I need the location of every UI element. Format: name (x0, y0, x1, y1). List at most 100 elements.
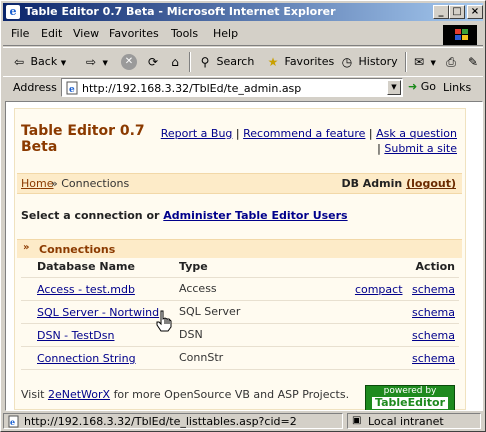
connection-link[interactable]: Access - test.mdb (37, 283, 135, 296)
report-bug-link[interactable]: Report a Bug (161, 127, 233, 140)
schema-link[interactable]: schema (412, 283, 455, 296)
hand-cursor-icon (156, 310, 172, 332)
mail-button[interactable]: ✉ ▼ (411, 52, 436, 72)
history-clock-icon: ◷ (341, 55, 353, 69)
help-links: Report a Bug | Recommend a feature | Ask… (160, 127, 457, 155)
ie-logo-icon: e (6, 5, 20, 19)
table-header-row: Database Name Type Action (21, 257, 459, 278)
submit-site-link[interactable]: Submit a site (384, 142, 457, 155)
table-row: Access - test.mdb Access compact schema (21, 278, 459, 301)
go-arrow-icon: ➜ (408, 80, 418, 93)
search-button[interactable]: ⚲ Search (197, 52, 255, 72)
column-header-action: Action (415, 260, 455, 273)
menu-favorites[interactable]: Favorites (109, 27, 159, 40)
menu-edit[interactable]: Edit (41, 27, 62, 40)
back-arrow-icon: ⇦ (13, 55, 25, 69)
links-button[interactable]: Links (443, 81, 471, 94)
double-chevron-icon: » (23, 242, 30, 253)
status-zone: Local intranet (368, 415, 444, 428)
breadcrumb-home-link[interactable]: Home (21, 177, 53, 190)
connection-link[interactable]: DSN - TestDsn (37, 329, 114, 342)
toolbar-separator (189, 52, 191, 72)
toolbar-separator (405, 52, 407, 72)
table-row: SQL Server - Nortwind SQL Server schema (21, 301, 459, 324)
chevron-down-icon[interactable]: ▼ (387, 80, 401, 95)
close-button[interactable]: × (467, 5, 483, 19)
schema-link[interactable]: schema (412, 306, 455, 319)
2enetworx-link[interactable]: 2eNetWorX (48, 388, 110, 401)
select-connection-text: Select a connection or Administer Table … (21, 209, 348, 222)
intranet-icon: ▣ (352, 415, 362, 426)
row-actions: schema (412, 306, 455, 319)
powered-by-badge[interactable]: powered by TableEditor (365, 385, 455, 410)
table-editor-panel: Table Editor 0.7 Beta Report a Bug | Rec… (14, 108, 466, 410)
ask-question-link[interactable]: Ask a question (376, 127, 457, 140)
svg-text:e: e (10, 417, 15, 427)
schema-link[interactable]: schema (412, 352, 455, 365)
app-title: Table Editor 0.7 Beta (21, 123, 145, 155)
refresh-button[interactable]: ⟳ (145, 52, 161, 72)
address-input[interactable]: e http://192.168.3.32/TblEd/te_admin.asp… (61, 78, 403, 97)
column-header-type: Type (179, 260, 208, 273)
stop-icon: ✕ (121, 54, 137, 70)
page-icon: e (65, 81, 79, 95)
breadcrumb: Home » Connections DB Admin (logout) (17, 173, 462, 194)
footer-text: Visit 2eNetWorX for more OpenSource VB a… (21, 388, 350, 401)
connection-type: ConnStr (179, 351, 224, 364)
address-url: http://192.168.3.32/TblEd/te_admin.asp (82, 82, 302, 95)
table-row: Connection String ConnStr schema (21, 347, 459, 370)
table-row: DSN - TestDsn DSN schema (21, 324, 459, 347)
row-actions: schema (412, 352, 455, 365)
menu-help[interactable]: Help (213, 27, 238, 40)
user-info: DB Admin (logout) (341, 177, 456, 190)
status-url-pane: e http://192.168.3.32/TblEd/te_listtable… (3, 413, 343, 429)
title-bar: e Table Editor 0.7 Beta - Microsoft Inte… (3, 3, 483, 21)
print-button[interactable]: ⎙ (443, 52, 459, 72)
minimize-button[interactable]: _ (433, 5, 449, 19)
chevron-down-icon: ▼ (102, 59, 108, 67)
page-content: Table Editor 0.7 Beta Report a Bug | Rec… (5, 101, 483, 411)
refresh-icon: ⟳ (147, 55, 159, 69)
forward-button[interactable]: ⇨ ▼ (83, 52, 108, 72)
search-icon: ⚲ (200, 55, 210, 69)
connection-type: SQL Server (179, 305, 241, 318)
logout-link[interactable]: (logout) (406, 177, 456, 190)
menu-view[interactable]: View (73, 27, 99, 40)
edit-button[interactable]: ✎ (465, 52, 481, 72)
forward-arrow-icon: ⇨ (85, 55, 97, 69)
recommend-feature-link[interactable]: Recommend a feature (243, 127, 365, 140)
favorites-button[interactable]: ★ Favorites (265, 52, 335, 72)
history-button[interactable]: ◷ History (339, 52, 398, 72)
connections-header: » Connections (17, 239, 462, 258)
page-icon: e (7, 415, 20, 431)
address-label: Address (13, 81, 57, 94)
menu-tools[interactable]: Tools (171, 27, 198, 40)
user-name: DB Admin (341, 177, 403, 190)
go-button[interactable]: ➜ Go (408, 80, 436, 93)
connection-link[interactable]: Connection String (37, 352, 136, 365)
address-bar: Address e http://192.168.3.32/TblEd/te_a… (3, 76, 483, 99)
browser-window: e Table Editor 0.7 Beta - Microsoft Inte… (0, 0, 486, 432)
maximize-button[interactable]: □ (449, 5, 465, 19)
connections-table: Database Name Type Action Access - test.… (21, 257, 459, 370)
mail-icon: ✉ (413, 55, 425, 69)
connection-link[interactable]: SQL Server - Nortwind (37, 306, 159, 319)
print-icon: ⎙ (446, 55, 456, 69)
column-header-name: Database Name (37, 260, 135, 273)
row-actions: schema (412, 329, 455, 342)
menu-file[interactable]: File (11, 27, 29, 40)
back-button[interactable]: ⇦ Back ▼ (11, 52, 66, 72)
status-bar: e http://192.168.3.32/TblEd/te_listtable… (3, 412, 483, 430)
home-button[interactable]: ⌂ (167, 52, 183, 72)
administer-users-link[interactable]: Administer Table Editor Users (163, 209, 347, 222)
status-zone-pane: ▣ Local intranet (347, 413, 481, 429)
status-url: http://192.168.3.32/TblEd/te_listtables.… (24, 415, 297, 428)
stop-button[interactable]: ✕ (121, 52, 137, 72)
compact-link[interactable]: compact (355, 283, 403, 296)
connection-type: Access (179, 282, 217, 295)
menu-bar: File Edit View Favorites Tools Help (3, 23, 483, 46)
windows-logo-icon (443, 25, 477, 45)
schema-link[interactable]: schema (412, 329, 455, 342)
standard-toolbar: ⇦ Back ▼ ⇨ ▼ ✕ ⟳ ⌂ ⚲ Search ★ Favorites … (3, 47, 483, 77)
chevron-down-icon: ▼ (430, 59, 436, 67)
